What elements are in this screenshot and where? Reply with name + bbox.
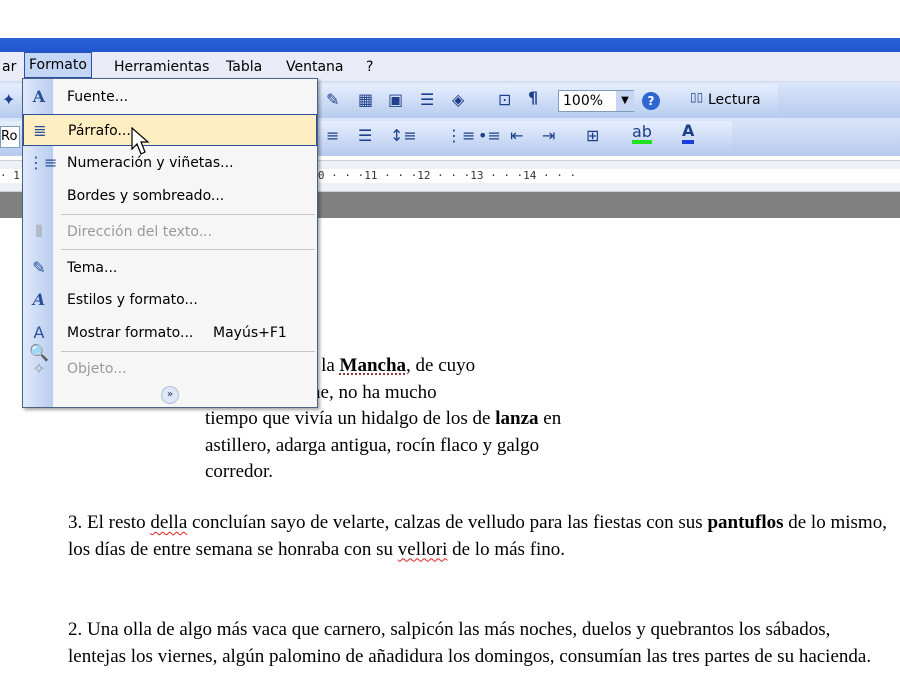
menu-ventana[interactable]: Ventana [282,58,348,80]
menu-item-numeracion[interactable]: ⋮≡ Numeración y viñetas... [23,147,317,179]
paragraph-icon: ≣ [33,121,47,140]
research-icon[interactable]: ✦ [2,90,15,109]
spelling-error: vellori [397,538,448,560]
expand-menu-icon[interactable]: » [161,386,179,404]
shortcut-label: Mayús+F1 [213,325,287,341]
menu-item-direccion: ⫴ Dirección del texto... [23,216,317,248]
justify-icon[interactable]: ☰ [358,126,372,145]
line-spacing-icon[interactable]: ↕≡ [390,126,417,145]
menu-item-mostrar-formato[interactable]: A🔍 Mostrar formato... Mayús+F1 [23,317,317,362]
menu-item-tema[interactable]: ✎ Tema... [23,252,317,284]
mouse-pointer-icon [131,127,150,155]
highlight-icon[interactable]: ab [632,124,652,144]
menu-separator [61,214,315,215]
decrease-indent-icon[interactable]: ⇤ [510,126,523,145]
numbering-icon[interactable]: ⋮≡ [446,126,475,145]
align-right-icon[interactable]: ≡ [326,126,339,145]
bold-pantuflos: pantuflos [707,512,784,533]
reading-button[interactable]: Lectura [708,92,761,108]
menu-item-estilos[interactable]: A Estilos y formato... [23,284,317,316]
drawing-toolbar-icon[interactable]: ◈ [452,90,464,109]
format-menu-dropdown: A Fuente... ≣ Párrafo... ⋮≡ Numeración y… [22,78,318,408]
styles-icon: A [32,290,46,309]
theme-icon: ✎ [32,258,46,277]
reveal-format-icon: A🔍 [29,323,49,362]
menu-help[interactable]: ? [362,58,377,80]
bold-lanza: lanza [495,408,539,429]
columns-icon[interactable]: ☰ [420,90,434,109]
bullets-icon[interactable]: •≡ [478,126,501,145]
chevron-down-icon[interactable]: ▼ [616,91,634,111]
drawing-icon[interactable]: ✎ [326,90,339,109]
menu-formato[interactable]: Formato [24,52,92,78]
font-color-icon[interactable]: A [682,122,695,144]
paragraph-b: 3. El resto della concluían sayo de vela… [68,512,887,560]
font-icon: A [32,87,46,106]
menu-insertar-partial[interactable]: ar [0,58,20,80]
show-formatting-icon[interactable]: ¶ [528,88,538,107]
menu-separator [61,351,315,352]
menu-item-parrafo[interactable]: ≣ Párrafo... [23,114,317,146]
spelling-error: della [150,512,188,533]
document-map-icon[interactable]: ⊡ [498,90,511,109]
font-name-field[interactable]: Ro [0,126,20,148]
title-bar [0,38,900,52]
menu-item-objeto: ✧ Objeto... [23,353,317,385]
menu-separator [61,249,315,250]
object-icon: ✧ [32,359,46,378]
help-icon[interactable]: ? [642,92,660,110]
menu-tabla[interactable]: Tabla [222,58,266,80]
menu-item-bordes[interactable]: Bordes y sombreado... [23,180,317,212]
menu-herramientas[interactable]: Herramientas [110,58,213,80]
list-icon: ⋮≡ [28,153,58,172]
bold-mancha: Mancha [339,355,407,376]
excel-icon[interactable]: ▣ [388,90,403,109]
reading-icon: ▯▯ [690,90,704,104]
table-icon[interactable]: ▦ [358,90,373,109]
borders-icon[interactable]: ⊞ [586,126,599,145]
paragraph-c: 2. Una olla de algo más vaca que carnero… [68,619,872,667]
text-direction-icon: ⫴ [35,222,43,241]
increase-indent-icon[interactable]: ⇥ [542,126,555,145]
menu-item-fuente[interactable]: A Fuente... [23,81,317,113]
